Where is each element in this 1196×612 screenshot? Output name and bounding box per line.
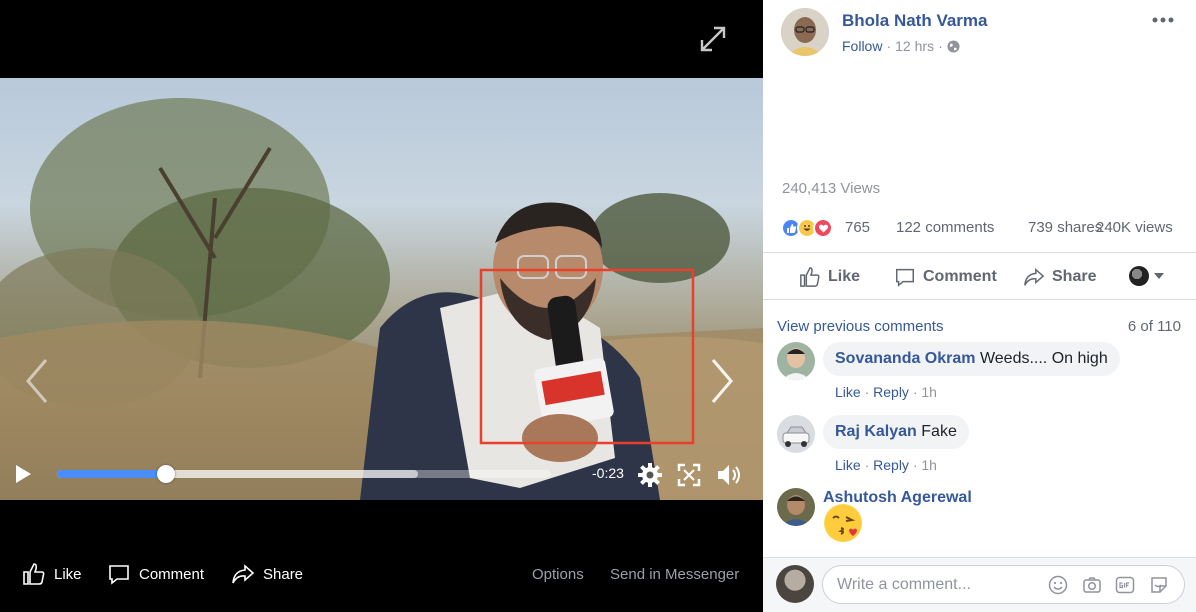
video-like-button[interactable]: Like [22,562,82,586]
like-button[interactable]: Like [799,266,860,288]
comment-author[interactable]: Raj Kalyan [835,423,917,440]
previous-arrow-icon[interactable] [22,356,52,406]
reaction-count[interactable]: 765 [845,219,870,236]
globe-icon [947,40,960,52]
views-total: 240,413 Views [782,180,881,197]
thumbs-up-icon [800,267,820,287]
comment-input[interactable]: Write a comment... [822,565,1185,604]
gif-icon[interactable] [1115,575,1135,595]
share-label: Share [1052,268,1097,285]
camera-icon[interactable] [1082,575,1102,595]
comments-header: View previous comments 6 of 110 [777,318,1181,335]
video-controls: -0:23 [0,455,763,495]
comment-bubble-icon [109,565,129,585]
progress-bar[interactable] [57,465,551,483]
comment-bubble: Raj Kalyan Fake [823,415,969,449]
divider [763,299,1196,300]
reaction-icons[interactable] [781,218,833,238]
comment-text: Fake [921,423,957,440]
post-time[interactable]: 12 hrs [895,38,934,54]
comment-author[interactable]: Sovananda Okram [835,350,976,367]
settings-gear-icon[interactable] [637,462,663,488]
commenter-photo [777,415,815,453]
comment-bubble: Sovananda Okram Weeds.... On high [823,342,1120,376]
commenter-photo [777,342,815,380]
time-remaining: -0:23 [592,465,624,481]
emoji-picker-icon[interactable] [1048,575,1068,595]
comment-time[interactable]: 1h [921,384,937,400]
video-frame[interactable] [0,78,763,500]
commenter-avatar[interactable] [777,488,815,526]
engagement-stats: 765 122 comments 739 shares 240K views [781,218,1181,238]
share-arrow-icon [232,564,255,584]
profile-avatar [1129,266,1149,286]
comment-bubble-icon [896,268,914,287]
thumbs-up-icon [23,563,45,585]
commenter-avatar[interactable] [777,342,815,380]
author-avatar[interactable] [781,8,829,56]
comments-counter: 6 of 110 [1127,318,1181,335]
comment-reply-link[interactable]: Reply [873,384,909,400]
meta-separator: · [938,38,943,54]
my-avatar [776,565,814,603]
volume-icon[interactable] [716,462,742,488]
kissing-face-emoji-icon [824,504,862,542]
profile-selector[interactable] [1129,266,1165,286]
comment-like-link[interactable]: Like [835,384,861,400]
caret-down-icon [1154,273,1164,279]
comment-input-placeholder: Write a comment... [837,575,971,593]
options-link[interactable]: Options [532,566,584,583]
video-comment-label: Comment [139,565,205,583]
view-previous-comments-link[interactable]: View previous comments [777,318,943,335]
commenter-photo [777,488,815,526]
more-options-icon[interactable] [1151,10,1175,30]
comment-actions: Like · Reply · 1h [835,384,937,400]
expand-icon[interactable] [698,24,728,54]
comment-label: Comment [923,268,997,285]
video-share-button[interactable]: Share [231,562,303,586]
next-arrow-icon[interactable] [707,356,737,406]
shares-count[interactable]: 739 shares [1028,219,1102,236]
love-reaction-icon [813,218,833,238]
meta-separator: · [886,38,892,54]
share-button[interactable]: Share [1023,266,1096,288]
comment-time[interactable]: 1h [921,457,937,473]
author-photo [781,8,829,56]
follow-button[interactable]: Follow [842,38,882,54]
comment-reply-link[interactable]: Reply [873,457,909,473]
progress-thumb[interactable] [156,465,175,483]
video-footer-bar: Like Comment Share Options Send in Messe… [0,552,763,596]
comment-like-link[interactable]: Like [835,457,861,473]
play-icon[interactable] [12,463,34,485]
video-comment-button[interactable]: Comment [107,562,204,586]
author-name[interactable]: Bhola Nath Varma [842,11,988,31]
share-arrow-icon [1024,268,1045,286]
post-action-bar: Like Comment Share [763,256,1196,298]
sticker-icon[interactable] [1149,575,1169,595]
commenter-avatar[interactable] [777,415,815,453]
post-meta: Follow · 12 hrs · [842,38,960,54]
comment-text: Weeds.... On high [979,350,1108,367]
progress-fill [57,470,166,478]
comment-button[interactable]: Comment [894,266,997,288]
write-comment-bar: Write a comment... [763,557,1196,612]
video-share-label: Share [263,565,304,583]
post-side-panel: Bhola Nath Varma Follow · 12 hrs · 240,4… [763,0,1196,612]
comment-actions: Like · Reply · 1h [835,457,937,473]
views-count: 240K views [1096,219,1173,236]
comments-count[interactable]: 122 comments [896,219,994,236]
divider [763,252,1196,253]
video-like-label: Like [54,565,82,583]
like-label: Like [828,268,861,285]
video-scene [0,98,763,500]
video-pane: -0:23 Like Comment Share Options Send in… [0,0,763,612]
fullscreen-icon[interactable] [676,462,702,488]
send-in-messenger-link[interactable]: Send in Messenger [610,566,739,583]
